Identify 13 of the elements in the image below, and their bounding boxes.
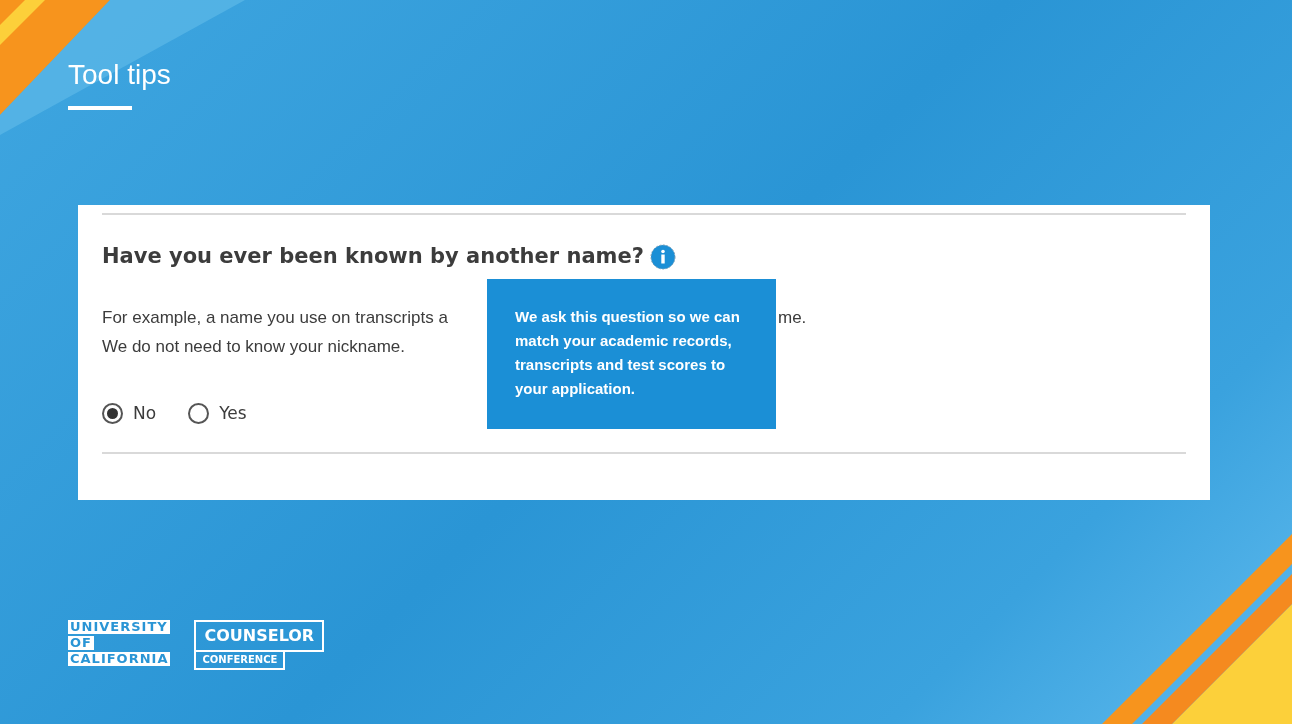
radio-option[interactable]: Yes (188, 400, 247, 426)
info-icon[interactable] (649, 243, 676, 270)
slide-title: Tool tips (68, 58, 171, 92)
conference-logo: COUNSELOR CONFERENCE (194, 620, 325, 670)
question-title: Have you ever been known by another name? (102, 243, 644, 270)
tooltip: We ask this question so we can match your academic records, transcripts and test scores to your application. (487, 279, 776, 429)
help-text: We do not need to know your nickname. (102, 335, 406, 358)
radio-option[interactable]: No (102, 400, 157, 426)
radio-button[interactable] (102, 402, 123, 424)
help-text: For example, a name you use on transcripts a (102, 306, 448, 329)
radio-button[interactable] (188, 402, 210, 424)
university-logo: UNIVERSITY OF CALIFORNIA (68, 620, 171, 666)
help-text: me. (778, 306, 807, 329)
